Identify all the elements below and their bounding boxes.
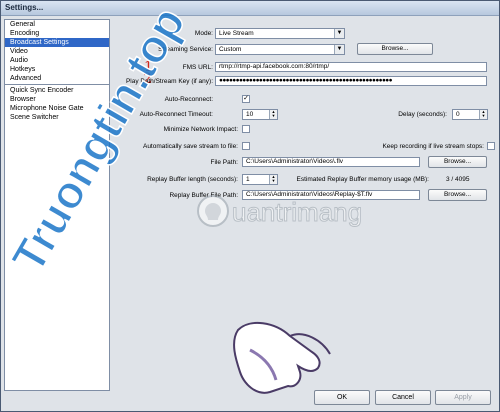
chevron-down-icon: ▼ bbox=[334, 45, 344, 54]
mode-label: Mode: bbox=[194, 30, 213, 37]
sidebar-separator bbox=[5, 84, 109, 85]
stream-key-label: Play Path/Stream Key (if any): bbox=[125, 78, 213, 85]
replay-memory-label: Estimated Replay Buffer memory usage (MB… bbox=[296, 176, 429, 183]
delay-stepper[interactable]: 0 ▲ ▼ bbox=[452, 109, 488, 120]
sidebar-item-video[interactable]: Video bbox=[5, 47, 109, 56]
browse-replay-file-path-button[interactable]: Browse... bbox=[428, 189, 487, 201]
fms-url-label: FMS URL: bbox=[182, 64, 213, 71]
browse-file-path-button[interactable]: Browse... bbox=[428, 156, 487, 168]
settings-window: Settings... General Encoding Broadcast S… bbox=[0, 0, 500, 412]
mode-select[interactable]: Live Stream ▼ bbox=[215, 28, 345, 39]
auto-save-label: Automatically save stream to file: bbox=[142, 143, 238, 150]
window-title: Settings... bbox=[5, 3, 44, 12]
streaming-service-value: Custom bbox=[219, 46, 242, 53]
auto-reconnect-label: Auto-Reconnect: bbox=[164, 96, 213, 103]
sidebar-item-advanced[interactable]: Advanced bbox=[5, 74, 109, 83]
settings-sidebar: General Encoding Broadcast Settings Vide… bbox=[4, 19, 110, 391]
apply-button[interactable]: Apply bbox=[435, 390, 491, 405]
browse-service-button[interactable]: Browse... bbox=[357, 43, 433, 55]
fms-url-input[interactable]: rtmp://rtmp-api.facebook.com:80/rtmp/ bbox=[215, 62, 487, 72]
ok-button[interactable]: OK bbox=[314, 390, 370, 405]
auto-save-checkbox[interactable] bbox=[242, 142, 250, 150]
sidebar-item-browser[interactable]: Browser bbox=[5, 95, 109, 104]
broadcast-settings-panel: Mode: Live Stream ▼ Streaming Service: C… bbox=[111, 19, 499, 379]
keep-recording-label: Keep recording if live stream stops: bbox=[382, 143, 484, 150]
chevron-down-icon: ▼ bbox=[334, 29, 344, 38]
streaming-service-label: Streaming Service: bbox=[158, 46, 213, 53]
file-path-input[interactable]: C:\Users\Administrator\Videos\.flv bbox=[242, 157, 420, 167]
sidebar-item-scene-switcher[interactable]: Scene Switcher bbox=[5, 113, 109, 122]
title-bar: Settings... bbox=[1, 1, 499, 16]
auto-reconnect-checkbox[interactable]: ✓ bbox=[242, 95, 250, 103]
stream-key-input[interactable]: ●●●●●●●●●●●●●●●●●●●●●●●●●●●●●●●●●●●●●●●●… bbox=[215, 76, 487, 86]
sidebar-item-encoding[interactable]: Encoding bbox=[5, 29, 109, 38]
auto-reconnect-timeout-label: Auto-Reconnect Timeout: bbox=[139, 111, 213, 118]
replay-buffer-length-stepper[interactable]: 1 ▲ ▼ bbox=[242, 174, 278, 185]
stepper-arrows-icon[interactable]: ▲ ▼ bbox=[479, 110, 487, 119]
keep-recording-checkbox[interactable] bbox=[487, 142, 495, 150]
auto-reconnect-timeout-stepper[interactable]: 10 ▲ ▼ bbox=[242, 109, 278, 120]
sidebar-item-microphone-noise-gate[interactable]: Microphone Noise Gate bbox=[5, 104, 109, 113]
file-path-label: File Path: bbox=[210, 159, 238, 166]
delay-label: Delay (seconds): bbox=[398, 111, 447, 118]
sidebar-item-general[interactable]: General bbox=[5, 20, 109, 29]
auto-reconnect-timeout-value: 10 bbox=[246, 111, 254, 118]
replay-buffer-length-label: Replay Buffer length (seconds): bbox=[147, 176, 238, 183]
stepper-arrows-icon[interactable]: ▲ ▼ bbox=[269, 110, 277, 119]
sidebar-item-audio[interactable]: Audio bbox=[5, 56, 109, 65]
delay-value: 0 bbox=[456, 111, 460, 118]
minimize-network-impact-label: Minimize Network Impact: bbox=[163, 126, 238, 133]
mode-value: Live Stream bbox=[219, 30, 254, 37]
replay-file-path-label: Replay Buffer File Path: bbox=[169, 192, 238, 199]
minimize-network-impact-checkbox[interactable] bbox=[242, 125, 250, 133]
replay-file-path-input[interactable]: C:\Users\Administrator\Videos\Replay-$T.… bbox=[242, 190, 420, 200]
replay-buffer-length-value: 1 bbox=[246, 176, 250, 183]
streaming-service-select[interactable]: Custom ▼ bbox=[215, 44, 345, 55]
sidebar-item-hotkeys[interactable]: Hotkeys bbox=[5, 65, 109, 74]
cancel-button[interactable]: Cancel bbox=[375, 390, 431, 405]
sidebar-item-broadcast-settings[interactable]: Broadcast Settings bbox=[5, 38, 109, 47]
stepper-arrows-icon[interactable]: ▲ ▼ bbox=[269, 175, 277, 184]
replay-memory-value: 3 / 4095 bbox=[446, 176, 470, 183]
sidebar-item-quick-sync-encoder[interactable]: Quick Sync Encoder bbox=[5, 86, 109, 95]
